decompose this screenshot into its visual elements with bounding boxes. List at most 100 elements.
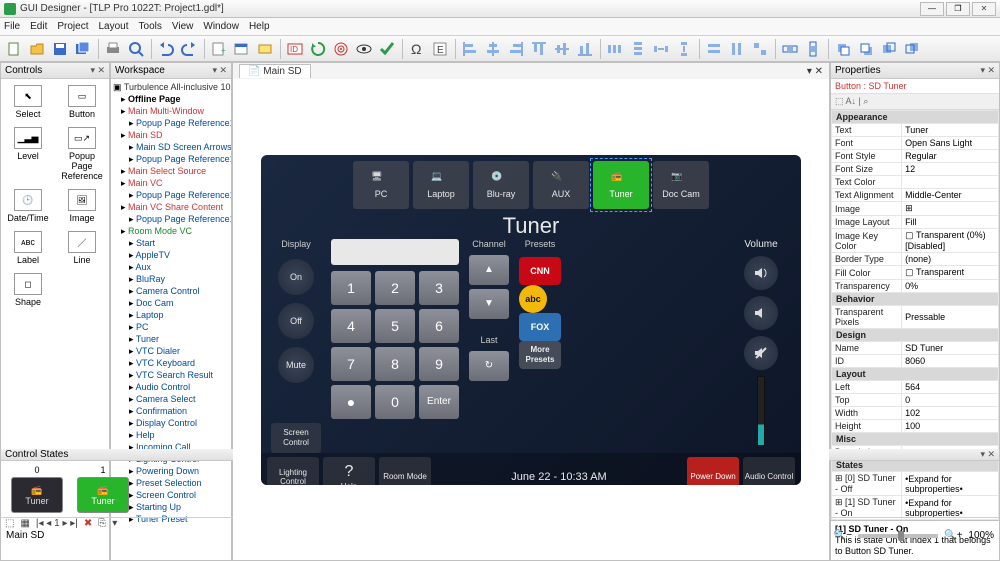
keypad-7-button[interactable]: 7 xyxy=(331,347,371,381)
property-row[interactable]: Width102 xyxy=(832,407,999,420)
keypad-8-button[interactable]: 8 xyxy=(375,347,415,381)
source-pc-button[interactable]: 🖥PC xyxy=(353,161,409,209)
volume-up-button[interactable] xyxy=(744,256,778,290)
menu-tools[interactable]: Tools xyxy=(139,21,162,32)
zoom-out-icon[interactable]: 🔍− xyxy=(834,530,852,541)
volume-down-button[interactable] xyxy=(744,296,778,330)
panel-close-icon[interactable]: ▾ ✕ xyxy=(980,449,995,460)
volume-mute-button[interactable] xyxy=(744,336,778,370)
control-line[interactable]: ／Line xyxy=(57,229,107,267)
tb-addpage-icon[interactable]: + xyxy=(208,38,230,60)
property-row[interactable]: Border Type(none) xyxy=(832,253,999,266)
property-row[interactable]: Height100 xyxy=(832,420,999,433)
control-level[interactable]: ▁▃▅Level xyxy=(3,125,53,183)
states-tool-icon[interactable]: ▦ xyxy=(20,518,29,529)
states-copy-icon[interactable]: ⎘ xyxy=(98,518,106,529)
keypad-1-button[interactable]: 1 xyxy=(331,271,371,305)
tb-align-right-icon[interactable] xyxy=(505,38,527,60)
window-minimize-button[interactable]: — xyxy=(920,2,944,16)
property-row[interactable]: Fill Color▢ Transparent xyxy=(832,266,999,280)
tree-node[interactable]: ▸ Confirmation xyxy=(113,405,229,417)
menu-view[interactable]: View xyxy=(172,21,194,32)
preset-abc-button[interactable]: abc xyxy=(519,285,547,313)
state-thumb-1[interactable]: 1📻Tuner xyxy=(75,465,131,513)
preset-fox-button[interactable]: FOX xyxy=(519,313,561,341)
tree-node[interactable]: ▸ Main VC xyxy=(113,177,229,189)
tree-node[interactable]: ▸ Help xyxy=(113,429,229,441)
tb-align-vcenter-icon[interactable] xyxy=(551,38,573,60)
lighting-control-button[interactable]: Lighting Control xyxy=(267,457,319,485)
tb-forward-icon[interactable] xyxy=(878,38,900,60)
menu-layout[interactable]: Layout xyxy=(98,21,128,32)
control-button[interactable]: ▭Button xyxy=(57,83,107,121)
tree-node[interactable]: ▸ Main SD xyxy=(113,129,229,141)
tree-node[interactable]: ▸ Room Mode VC xyxy=(113,225,229,237)
property-row[interactable]: NameSD Tuner xyxy=(832,342,999,355)
tb-space-v-icon[interactable] xyxy=(673,38,695,60)
property-row[interactable]: Top0 xyxy=(832,394,999,407)
tb-same-height-icon[interactable] xyxy=(726,38,748,60)
tree-node[interactable]: ▸ Main SD Screen Arrows xyxy=(113,141,229,153)
source-doc cam-button[interactable]: 📷Doc Cam xyxy=(653,161,709,209)
tb-open-icon[interactable] xyxy=(26,38,48,60)
channel-down-button[interactable]: ▼ xyxy=(469,289,509,319)
tb-saveall-icon[interactable] xyxy=(72,38,94,60)
menu-project[interactable]: Project xyxy=(57,21,88,32)
property-row[interactable]: Text Color xyxy=(832,176,999,189)
source-tuner-button[interactable]: 📻Tuner xyxy=(593,161,649,209)
tree-node[interactable]: ▸ Offline Page xyxy=(113,93,229,105)
tb-preview-icon[interactable] xyxy=(125,38,147,60)
state-thumb-0[interactable]: 0📻Tuner xyxy=(9,465,65,513)
tb-redo-icon[interactable] xyxy=(178,38,200,60)
tree-node[interactable]: ▸ Display Control xyxy=(113,417,229,429)
preset-more-button[interactable]: More Presets xyxy=(519,341,561,369)
channel-input[interactable] xyxy=(331,239,459,265)
source-laptop-button[interactable]: 💻Laptop xyxy=(413,161,469,209)
tree-node[interactable]: ▸ VTC Keyboard xyxy=(113,357,229,369)
control-date/time[interactable]: 🕒Date/Time xyxy=(3,187,53,225)
property-row[interactable]: Transparent PixelsPressable xyxy=(832,306,999,329)
control-image[interactable]: 🖼Image xyxy=(57,187,107,225)
states-tool-icon[interactable]: ⬚ xyxy=(5,518,14,529)
tree-node[interactable]: ▸ Popup Page Reference1 xyxy=(113,117,229,129)
window-close-button[interactable]: ✕ xyxy=(972,2,996,16)
tree-node[interactable]: ▸ Popup Page Reference1 xyxy=(113,189,229,201)
menu-edit[interactable]: Edit xyxy=(30,21,47,32)
tb-print-icon[interactable] xyxy=(102,38,124,60)
menu-window[interactable]: Window xyxy=(203,21,239,32)
tb-same-width-icon[interactable] xyxy=(703,38,725,60)
keypad-4-button[interactable]: 4 xyxy=(331,309,371,343)
tree-node[interactable]: ▸ Audio Control xyxy=(113,381,229,393)
tree-node[interactable]: ▸ AppleTV xyxy=(113,249,229,261)
panel-close-icon[interactable]: ▾ ✕ xyxy=(90,65,105,76)
states-delete-icon[interactable]: ✖ xyxy=(84,518,92,529)
menu-help[interactable]: Help xyxy=(249,21,270,32)
tree-node[interactable]: ▸ Start xyxy=(113,237,229,249)
tb-addshape-icon[interactable] xyxy=(254,38,276,60)
zoom-in-icon[interactable]: 🔍+ xyxy=(944,530,962,541)
canvas-tab[interactable]: 📄 Main SD xyxy=(239,64,311,78)
power-down-button[interactable]: Power Down xyxy=(687,457,739,485)
keypad-9-button[interactable]: 9 xyxy=(419,347,459,381)
keypad-enter-button[interactable]: Enter xyxy=(419,385,459,419)
control-popup page reference[interactable]: ▭↗Popup Page Reference xyxy=(57,125,107,183)
property-row[interactable]: Font StyleRegular xyxy=(832,150,999,163)
device-preview[interactable]: 🖥PC💻Laptop💿Blu-ray🔌AUX📻Tuner📷Doc Cam Tun… xyxy=(261,155,801,485)
property-row[interactable]: Image LayoutFill xyxy=(832,216,999,229)
tb-new-icon[interactable] xyxy=(3,38,25,60)
panel-close-icon[interactable]: ▾ ✕ xyxy=(980,65,995,76)
keypad-3-button[interactable]: 3 xyxy=(419,271,459,305)
tb-align-top-icon[interactable] xyxy=(528,38,550,60)
tree-node[interactable]: ▸ Popup Page Reference1 xyxy=(113,213,229,225)
tree-node[interactable]: ▸ Tuner xyxy=(113,333,229,345)
panel-close-icon[interactable]: ▾ ✕ xyxy=(212,65,227,76)
tree-node[interactable]: ▸ PC xyxy=(113,321,229,333)
source-blu-ray-button[interactable]: 💿Blu-ray xyxy=(473,161,529,209)
canvas-menu-icon[interactable]: ▾ ✕ xyxy=(807,66,823,77)
tree-node[interactable]: ▸ BluRay xyxy=(113,273,229,285)
tree-node[interactable]: ▸ VTC Search Result xyxy=(113,369,229,381)
tb-align-left-icon[interactable] xyxy=(459,38,481,60)
menu-file[interactable]: File xyxy=(4,21,20,32)
properties-object-name[interactable]: Button : SD Tuner xyxy=(831,79,999,94)
display-on-button[interactable]: On xyxy=(278,259,314,295)
